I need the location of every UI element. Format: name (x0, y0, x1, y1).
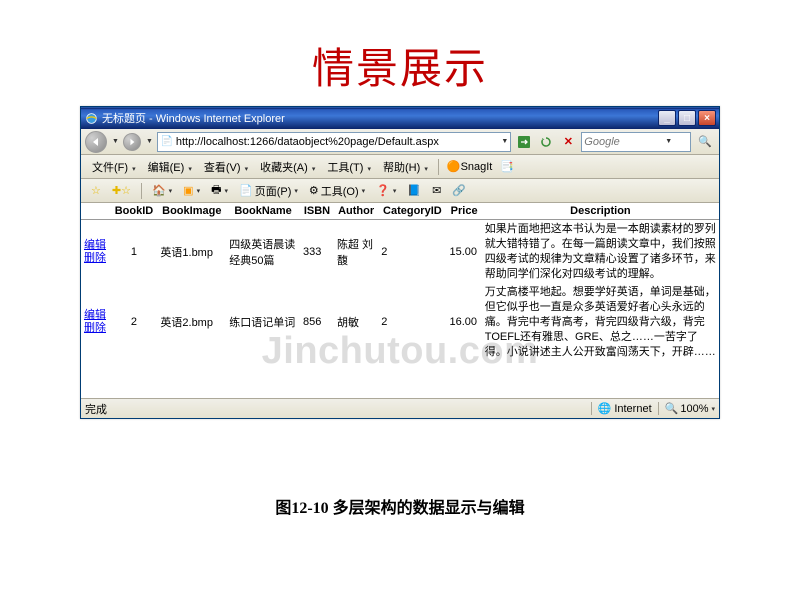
maximize-button[interactable]: □ (678, 110, 696, 126)
research-button[interactable]: 📘 (403, 182, 425, 200)
titlebar: 无标题页 - Windows Internet Explorer _ □ × (81, 107, 719, 129)
col-author: Author (334, 203, 378, 220)
cell-author: 胡敏 (334, 283, 378, 361)
refresh-button[interactable] (537, 132, 555, 152)
page-icon: 📄 (239, 184, 253, 197)
gear-icon: ⚙ (309, 184, 319, 197)
cell-author: 陈超 刘馥 (334, 220, 378, 284)
help-icon: ❓ (376, 184, 390, 197)
menu-bar: 文件(F) ▾ 编辑(E) ▾ 查看(V) ▾ 收藏夹(A) ▾ 工具(T) ▾… (81, 155, 719, 179)
zoom-control[interactable]: 🔍 100% ▾ (658, 402, 715, 415)
content-area: BookID BookImage BookName ISBN Author Ca… (81, 203, 719, 398)
cell-bookname: 练口语记单词 (226, 283, 300, 361)
col-description: Description (482, 203, 719, 220)
menu-favorites[interactable]: 收藏夹(A) ▾ (255, 157, 320, 177)
col-price: Price (446, 203, 481, 220)
cell-bookimage: 英语1.bmp (157, 220, 226, 284)
delete-link[interactable]: 删除 (84, 322, 108, 335)
mail-button[interactable]: ✉ (428, 182, 445, 200)
snagit-label: SnagIt (461, 161, 493, 173)
status-zone: 🌐 Internet (591, 402, 652, 415)
help-button[interactable]: ❓▾ (372, 182, 400, 200)
favorites-star-button[interactable]: ☆ (87, 182, 105, 200)
menu-help[interactable]: 帮助(H) ▾ (378, 157, 433, 177)
feeds-icon: ▣ (183, 184, 193, 197)
status-bar: 完成 🌐 Internet 🔍 100% ▾ (81, 398, 719, 418)
search-input[interactable] (584, 136, 664, 148)
print-button[interactable]: 🖶▾ (207, 182, 232, 200)
back-dropdown-icon[interactable]: ▼ (112, 138, 119, 145)
command-bar: ☆ ✚☆ 🏠▾ ▣▾ 🖶▾ 📄页面(P)▾ ⚙工具(O)▾ ❓▾ 📘 ✉ 🔗 (81, 179, 719, 203)
search-box[interactable]: ▼ (581, 132, 691, 152)
col-bookname: BookName (226, 203, 300, 220)
cell-isbn: 856 (300, 283, 334, 361)
cell-bookimage: 英语2.bmp (157, 283, 226, 361)
search-dropdown-icon[interactable]: ▼ (665, 138, 672, 145)
col-bookid: BookID (111, 203, 158, 220)
minimize-button[interactable]: _ (658, 110, 676, 126)
cell-isbn: 333 (300, 220, 334, 284)
window-title: 无标题页 - Windows Internet Explorer (102, 110, 658, 126)
cell-price: 15.00 (446, 220, 481, 284)
go-button[interactable] (515, 132, 533, 152)
zoom-value: 100% (680, 403, 708, 415)
col-categoryid: CategoryID (378, 203, 446, 220)
stop-button[interactable]: ✕ (559, 132, 577, 152)
data-table: BookID BookImage BookName ISBN Author Ca… (81, 203, 719, 362)
snagit-button[interactable]: 🟠 SnagIt (444, 157, 496, 177)
cell-description: 万丈高楼平地起。想要学好英语，单词是基础，但它似乎也一直是众多英语爱好者心头永远… (482, 283, 719, 361)
tools-menu[interactable]: ⚙工具(O)▾ (305, 182, 369, 200)
forward-dropdown-icon[interactable]: ▼ (146, 138, 153, 145)
ie-window: 无标题页 - Windows Internet Explorer _ □ × ▼… (80, 106, 720, 419)
extra-button[interactable]: 🔗 (448, 182, 470, 200)
menu-edit[interactable]: 编辑(E) ▾ (143, 157, 197, 177)
slide-title: 情景展示 (0, 0, 800, 106)
menu-file[interactable]: 文件(F) ▾ (87, 157, 141, 177)
address-bar[interactable]: 📄 ▼ (157, 132, 511, 152)
search-button[interactable]: 🔍 (695, 132, 715, 152)
page-menu[interactable]: 📄页面(P)▾ (235, 182, 302, 200)
page-icon: 📄 (160, 135, 174, 149)
cell-description: 如果片面地把这本书认为是一本朗读素材的罗列就大错特错了。在每一篇朗读文章中，我们… (482, 220, 719, 284)
cell-bookname: 四级英语晨读经典50篇 (226, 220, 300, 284)
internet-zone-icon: 🌐 (598, 402, 612, 415)
cell-categoryid: 2 (378, 220, 446, 284)
ie-logo-icon (84, 111, 98, 125)
col-ops (81, 203, 111, 220)
status-done: 完成 (85, 401, 107, 417)
feeds-button[interactable]: ▣▾ (179, 182, 204, 200)
col-isbn: ISBN (300, 203, 334, 220)
home-icon: 🏠 (152, 184, 166, 197)
address-input[interactable] (176, 136, 500, 148)
cell-bookid: 2 (111, 283, 158, 361)
edit-link[interactable]: 编辑 (84, 239, 108, 252)
zoom-dropdown-icon[interactable]: ▾ (711, 405, 715, 413)
menu-view[interactable]: 查看(V) ▾ (199, 157, 253, 177)
add-favorite-button[interactable]: ✚☆ (108, 182, 135, 200)
zoom-icon: 🔍 (665, 402, 679, 415)
col-bookimage: BookImage (157, 203, 226, 220)
nav-toolbar: ▼ ▼ 📄 ▼ ✕ ▼ 🔍 (81, 129, 719, 155)
separator (141, 183, 142, 199)
table-header-row: BookID BookImage BookName ISBN Author Ca… (81, 203, 719, 220)
snagit-window-button[interactable]: 📑 (497, 157, 517, 177)
table-row: 编辑 删除 2 英语2.bmp 练口语记单词 856 胡敏 2 16.00 万丈… (81, 283, 719, 361)
table-row: 编辑 删除 1 英语1.bmp 四级英语晨读经典50篇 333 陈超 刘馥 2 … (81, 220, 719, 284)
home-button[interactable]: 🏠▾ (148, 182, 176, 200)
print-icon: 🖶 (211, 181, 221, 200)
close-button[interactable]: × (698, 110, 716, 126)
delete-link[interactable]: 删除 (84, 252, 108, 265)
forward-button[interactable] (123, 133, 141, 151)
figure-caption: 图12-10 多层架构的数据显示与编辑 (0, 494, 800, 518)
cell-bookid: 1 (111, 220, 158, 284)
snagit-icon: 🟠 (447, 160, 461, 173)
cell-categoryid: 2 (378, 283, 446, 361)
cell-price: 16.00 (446, 283, 481, 361)
edit-link[interactable]: 编辑 (84, 309, 108, 322)
back-button[interactable] (85, 131, 107, 153)
address-dropdown-icon[interactable]: ▼ (501, 138, 508, 145)
separator (438, 159, 439, 175)
menu-tools[interactable]: 工具(T) ▾ (322, 157, 376, 177)
